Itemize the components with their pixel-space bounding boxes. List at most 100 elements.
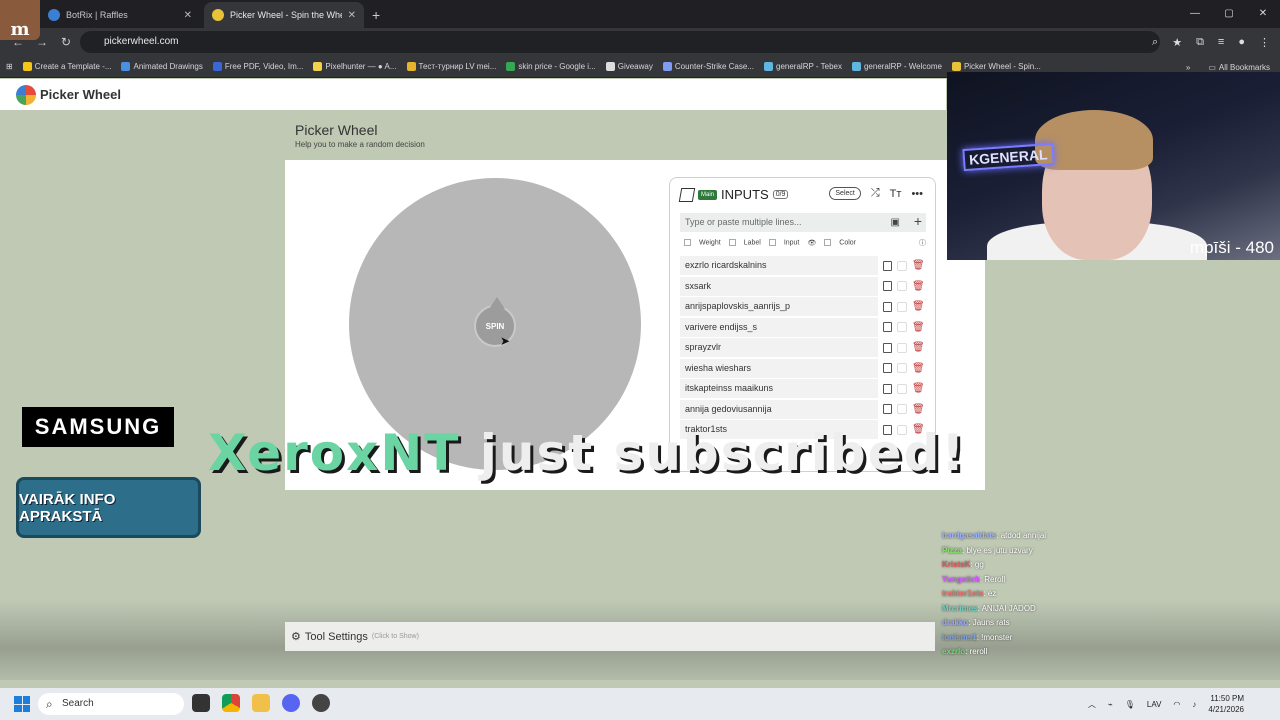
url-field[interactable]: pickerwheel.com	[80, 31, 1160, 53]
entry-checkbox[interactable]	[897, 342, 907, 353]
entry-input[interactable]: sxsark	[680, 276, 878, 296]
duplicate-icon[interactable]	[883, 281, 892, 291]
chevron-right-icon[interactable]: »	[1186, 63, 1190, 72]
all-bookmarks[interactable]: ▭ All Bookmarks	[1208, 63, 1270, 72]
taskbar-search[interactable]: Search	[38, 693, 184, 715]
tab-picker-wheel[interactable]: Picker Wheel - Spin the Wheel ✕	[204, 2, 364, 28]
entry-input[interactable]: annija gedoviusannija	[680, 399, 878, 419]
duplicate-icon[interactable]	[883, 301, 892, 312]
bookmark-item[interactable]: Free PDF, Video, Im...	[212, 62, 303, 71]
settings-gear-icon: ⚙	[291, 631, 301, 643]
shuffle-icon[interactable]: ⤮	[871, 187, 880, 200]
option-label-toggle[interactable]: Label	[728, 239, 761, 247]
apps-icon[interactable]: ⊞	[6, 62, 13, 71]
bookmark-item[interactable]: Animated Drawings	[121, 62, 203, 71]
entry-input[interactable]: sprayzvlr	[680, 338, 878, 357]
bookmark-item[interactable]: Pixelhunter — ● A...	[313, 62, 397, 71]
more-options-icon[interactable]: •••	[911, 188, 923, 200]
clock[interactable]: 11:50 PM 4/21/2026	[1208, 693, 1244, 715]
bookmark-item[interactable]: skin price - Google i...	[506, 62, 596, 71]
entry-checkbox[interactable]	[897, 322, 907, 332]
list-item: wiesha wieshars 🗑	[680, 358, 926, 378]
option-color[interactable]: Color	[824, 239, 856, 247]
entry-input[interactable]: wiesha wieshars	[680, 358, 878, 378]
media-icon[interactable]: ≡	[1218, 36, 1224, 48]
entry-input[interactable]: varivere endijss_s	[680, 317, 878, 337]
duplicate-icon[interactable]	[883, 322, 892, 332]
extensions-icon[interactable]: ⧉	[1196, 36, 1204, 49]
bookmark-item[interactable]: Create a Template -...	[22, 62, 111, 71]
bookmark-label: generalRP - Tebex	[776, 62, 842, 71]
maximize-icon[interactable]: ▢	[1212, 0, 1246, 28]
network-icon[interactable]: ⌁	[1108, 700, 1113, 709]
entry-input[interactable]: itskapteinss maaikuns	[680, 379, 878, 398]
menu-icon[interactable]: ⋮	[1259, 36, 1270, 49]
windows-start-icon[interactable]	[14, 696, 30, 712]
duplicate-icon[interactable]	[883, 342, 892, 353]
bookmark-item[interactable]: Counter-Strike Case...	[662, 62, 754, 71]
site-logo-text[interactable]: Picker Wheel	[40, 87, 121, 102]
discord-icon[interactable]	[282, 694, 300, 712]
paste-input[interactable]: Type or paste multiple lines... ▣ +	[680, 213, 926, 232]
entry-input[interactable]: exzrlo ricardskalnins	[680, 256, 878, 275]
edit-icon[interactable]	[678, 187, 696, 202]
task-view-icon[interactable]	[192, 694, 210, 712]
close-window-icon[interactable]: ✕	[1246, 0, 1280, 28]
trash-icon[interactable]: 🗑	[912, 301, 925, 312]
bookmark-item[interactable]: Тест-турнир LV mei...	[406, 62, 496, 71]
new-tab-icon[interactable]: +	[372, 2, 380, 28]
bookmark-item[interactable]: generalRP - Tebex	[764, 62, 842, 71]
zoom-icon[interactable]: ⌕	[1152, 36, 1158, 49]
minimize-icon[interactable]: —	[1178, 0, 1212, 28]
microphone-icon[interactable]: 🎙	[1125, 700, 1135, 709]
entry-checkbox[interactable]	[897, 281, 907, 291]
eye-icon[interactable]: 👁	[807, 239, 816, 247]
volume-icon[interactable]: ♪	[1192, 700, 1196, 709]
option-label: Label	[743, 239, 761, 247]
close-tab-icon[interactable]: ✕	[184, 10, 192, 21]
option-label: Weight	[699, 239, 721, 247]
entry-input[interactable]: anrijspaplovskis_aanrijs_p	[680, 297, 878, 316]
chrome-icon[interactable]	[222, 694, 240, 712]
bookmark-star-icon[interactable]: ★	[1172, 36, 1182, 49]
trash-icon[interactable]: 🗑	[912, 322, 925, 333]
image-icon[interactable]: ▣	[891, 213, 900, 232]
bookmark-item[interactable]: Giveaway	[605, 62, 653, 71]
duplicate-icon[interactable]	[883, 260, 892, 271]
wifi-icon[interactable]: ◠	[1173, 700, 1180, 709]
duplicate-icon[interactable]	[883, 404, 892, 414]
option-weight[interactable]: Weight	[684, 239, 721, 247]
duplicate-icon[interactable]	[883, 363, 892, 373]
entry-checkbox[interactable]	[897, 383, 907, 394]
entry-checkbox[interactable]	[897, 260, 907, 271]
trash-icon[interactable]: 🗑	[912, 383, 925, 394]
trash-icon[interactable]: 🗑	[912, 404, 925, 415]
app-icon[interactable]	[312, 694, 330, 712]
picker-wheel-logo-icon[interactable]	[16, 84, 36, 105]
bookmark-item[interactable]: generalRP - Welcome	[851, 62, 942, 71]
tab-botrix[interactable]: BotRix | Raffles ✕	[40, 2, 200, 28]
page-heading: Picker Wheel Help you to make a random d…	[295, 122, 425, 149]
trash-icon[interactable]: 🗑	[912, 281, 925, 292]
text-size-icon[interactable]: Tт	[890, 188, 902, 200]
file-explorer-icon[interactable]	[252, 694, 270, 712]
close-tab-icon[interactable]: ✕	[348, 10, 356, 21]
reload-icon[interactable]: ↻	[54, 35, 78, 49]
chat-username: bardgasaldats	[942, 531, 997, 540]
bookmark-item[interactable]: Picker Wheel - Spin...	[951, 62, 1041, 71]
trash-icon[interactable]: 🗑	[912, 363, 925, 374]
trash-icon[interactable]: 🗑	[912, 260, 925, 271]
option-input[interactable]: Input	[768, 239, 799, 247]
entry-checkbox[interactable]	[897, 301, 907, 312]
tray-chevron-icon[interactable]: ︿	[1088, 699, 1096, 710]
entry-checkbox[interactable]	[897, 363, 907, 373]
profile-icon[interactable]: ●	[1238, 36, 1245, 48]
tool-settings-bar[interactable]: ⚙ Tool Settings (Click to Show)	[285, 622, 935, 651]
select-button[interactable]: Select	[829, 187, 861, 200]
info-icon[interactable]: ⓘ	[919, 238, 926, 248]
language-indicator[interactable]: LAV	[1147, 700, 1162, 709]
duplicate-icon[interactable]	[883, 383, 892, 394]
add-entry-icon[interactable]: +	[914, 212, 922, 231]
trash-icon[interactable]: 🗑	[912, 342, 925, 353]
entry-checkbox[interactable]	[897, 404, 907, 414]
